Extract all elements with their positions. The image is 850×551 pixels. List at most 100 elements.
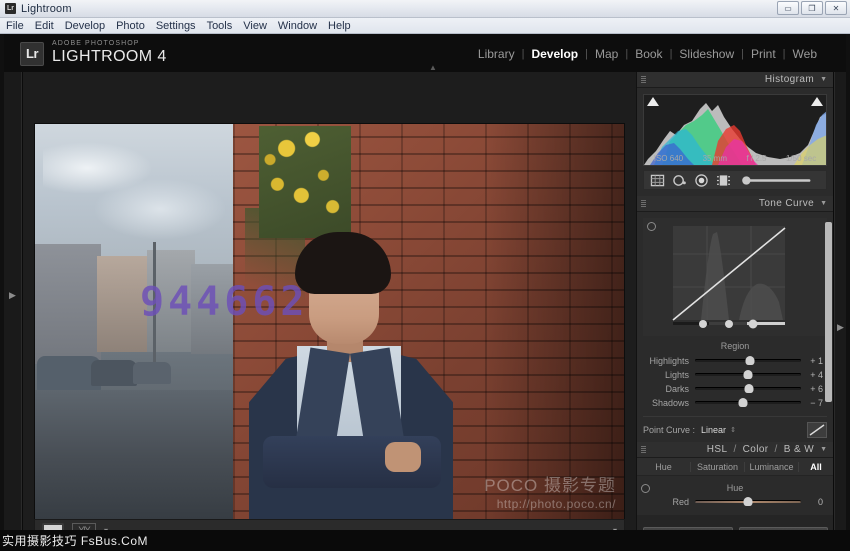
tone-curve-chevron-down-icon[interactable]: ▼ <box>820 200 827 207</box>
histogram-exif-row: ISO 640 35 mm f / 2.5 1/50 sec <box>644 154 826 163</box>
menu-help[interactable]: Help <box>328 20 351 32</box>
hsl-separator: / <box>733 444 736 455</box>
menu-window[interactable]: Window <box>278 20 317 32</box>
left-panel-collapsed[interactable]: ▶ <box>4 72 22 551</box>
crop-overlay-tool-icon[interactable] <box>650 174 665 187</box>
menu-edit[interactable]: Edit <box>35 20 54 32</box>
right-panel: Histogram ▼ <box>636 72 833 551</box>
hsl-chevron-down-icon[interactable]: ▼ <box>820 446 827 453</box>
module-picker: Library | Develop | Map | Book | Slidesh… <box>471 47 824 61</box>
exif-focal: 35 mm <box>703 154 727 163</box>
left-panel-expand-icon[interactable]: ▶ <box>9 290 16 301</box>
tone-curve-panel-header[interactable]: Tone Curve ▼ <box>637 196 833 212</box>
slider-track[interactable] <box>695 401 801 404</box>
maximize-button[interactable]: ❐ <box>801 1 823 15</box>
histogram-panel-body: ISO 640 35 mm f / 2.5 1/50 sec <box>637 88 833 196</box>
minimize-button[interactable]: ▭ <box>777 1 799 15</box>
hue-section-label: Hue <box>643 483 827 493</box>
menu-file[interactable]: File <box>6 20 24 32</box>
module-develop[interactable]: Develop <box>524 47 585 61</box>
region-label: Region <box>643 341 827 351</box>
hsl-panel-body: Hue Red 0 <box>637 476 833 515</box>
photo-wall-shadow <box>485 124 625 528</box>
menu-view[interactable]: View <box>243 20 267 32</box>
slider-value: − 7 <box>801 398 827 408</box>
point-curve-label: Point Curve : <box>643 425 695 435</box>
slider-knob[interactable] <box>744 370 753 379</box>
close-button[interactable]: ✕ <box>825 1 847 15</box>
color-title[interactable]: Color <box>743 444 769 455</box>
module-map[interactable]: Map <box>588 47 625 61</box>
menubar: File Edit Develop Photo Settings Tools V… <box>0 18 850 34</box>
hsl-panel-header[interactable]: HSL / Color / B & W ▼ <box>637 442 833 458</box>
slider-knob[interactable] <box>746 356 755 365</box>
right-panel-scrollbar[interactable] <box>825 222 832 402</box>
target-adjustment-icon[interactable] <box>641 484 650 493</box>
adjustment-brush-tool-icon[interactable] <box>738 174 816 187</box>
module-library[interactable]: Library <box>471 47 522 61</box>
tab-all[interactable]: All <box>799 462 833 472</box>
module-book[interactable]: Book <box>628 47 669 61</box>
menu-settings[interactable]: Settings <box>156 20 196 32</box>
tone-curve-svg[interactable] <box>643 222 826 334</box>
develop-tool-strip <box>643 170 827 190</box>
tone-curve-graph[interactable] <box>643 218 827 336</box>
point-curve-chevron-icon[interactable]: ⇕ <box>730 426 736 434</box>
panel-switch-icon[interactable] <box>641 446 646 453</box>
tab-saturation[interactable]: Saturation <box>691 462 745 472</box>
module-slideshow[interactable]: Slideshow <box>672 47 741 61</box>
slider-red[interactable]: Red 0 <box>643 495 827 508</box>
slider-label: Darks <box>643 384 695 394</box>
slider-lights[interactable]: Lights + 4 <box>643 368 827 381</box>
hsl-title[interactable]: HSL <box>707 444 728 455</box>
bw-title[interactable]: B & W <box>784 444 814 455</box>
menu-develop[interactable]: Develop <box>65 20 105 32</box>
histogram-panel-header[interactable]: Histogram ▼ <box>637 72 833 88</box>
shadow-clipping-indicator-icon[interactable] <box>647 97 659 106</box>
window-titlebar: Lr Lightroom ▭ ❐ ✕ <box>0 0 850 18</box>
slider-track[interactable] <box>695 373 801 376</box>
target-adjustment-icon[interactable] <box>647 222 656 231</box>
graduated-filter-tool-icon[interactable] <box>716 174 731 187</box>
brand-product-label: LIGHTROOM 4 <box>52 48 167 66</box>
slider-value: 0 <box>801 497 827 507</box>
histogram-graph[interactable]: ISO 640 35 mm f / 2.5 1/50 sec <box>643 94 827 166</box>
menu-photo[interactable]: Photo <box>116 20 145 32</box>
slider-knob[interactable] <box>745 384 754 393</box>
panel-switch-icon[interactable] <box>641 200 646 207</box>
point-curve-value[interactable]: Linear <box>701 425 726 435</box>
tone-curve-title: Tone Curve <box>759 198 814 209</box>
slider-knob[interactable] <box>738 398 747 407</box>
slider-track[interactable] <box>695 500 801 503</box>
tab-hue[interactable]: Hue <box>637 462 691 472</box>
photo-car <box>133 362 171 384</box>
slider-track[interactable] <box>695 359 801 362</box>
module-web[interactable]: Web <box>786 47 824 61</box>
tone-curve-panel-body: Region Highlights + 1 Lights + 4 <box>637 212 833 442</box>
curve-edit-button[interactable] <box>807 422 827 438</box>
module-print[interactable]: Print <box>744 47 783 61</box>
slider-track[interactable] <box>695 387 801 390</box>
window-title: Lightroom <box>21 3 72 15</box>
red-eye-correction-tool-icon[interactable] <box>694 174 709 187</box>
highlight-clipping-indicator-icon[interactable] <box>811 97 823 106</box>
lightroom-window: Lr Lightroom ▭ ❐ ✕ File Edit Develop Pho… <box>0 0 850 551</box>
hsl-separator: / <box>775 444 778 455</box>
top-panel-collapse-icon[interactable]: ▲ <box>425 64 441 71</box>
main-content: ▶ <box>4 72 846 551</box>
slider-value: + 6 <box>801 384 827 394</box>
panel-switch-icon[interactable] <box>641 76 646 83</box>
menu-tools[interactable]: Tools <box>207 20 233 32</box>
right-panel-collapse-strip[interactable]: ▶ <box>834 72 846 551</box>
window-controls: ▭ ❐ ✕ <box>777 1 847 15</box>
slider-highlights[interactable]: Highlights + 1 <box>643 354 827 367</box>
histogram-chevron-down-icon[interactable]: ▼ <box>820 76 827 83</box>
site-watermark: 实用摄影技巧 FsBus.CoM <box>0 532 148 549</box>
right-panel-expand-icon[interactable]: ▶ <box>837 322 844 333</box>
photo-preview[interactable]: 944662 POCO 摄影专题 http://photo.poco.cn/ <box>34 123 625 528</box>
slider-knob[interactable] <box>744 497 753 506</box>
slider-darks[interactable]: Darks + 6 <box>643 382 827 395</box>
tab-luminance[interactable]: Luminance <box>745 462 799 472</box>
slider-shadows[interactable]: Shadows − 7 <box>643 396 827 409</box>
spot-removal-tool-icon[interactable] <box>672 174 687 187</box>
